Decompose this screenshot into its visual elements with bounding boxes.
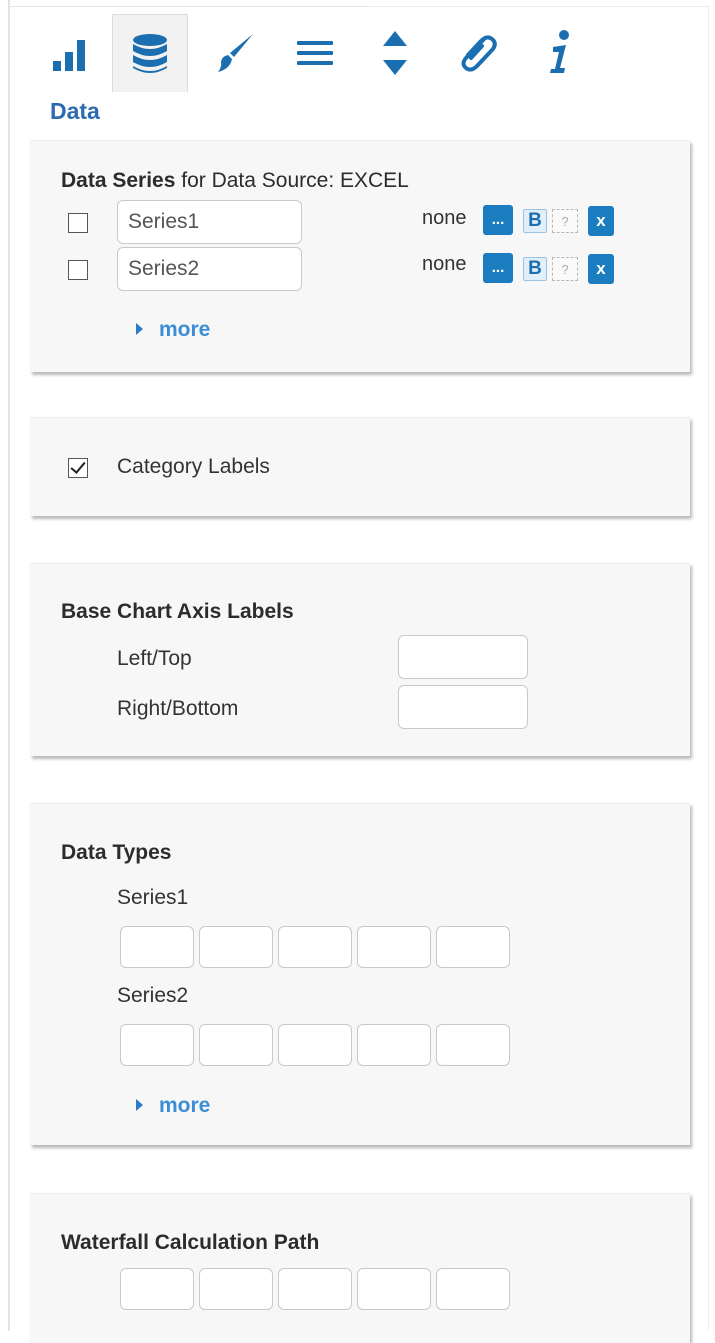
database-icon	[133, 33, 167, 73]
series2-name-input[interactable]: Series2	[117, 247, 302, 291]
triangle-right-icon	[136, 1099, 143, 1111]
series1-status: none	[422, 207, 467, 229]
category-labels-panel: Category Labels	[30, 417, 690, 516]
series2-type-box-3[interactable]	[278, 1024, 352, 1066]
category-labels-label: Category Labels	[117, 455, 270, 478]
series2-options-button[interactable]: ...	[483, 253, 513, 283]
axis-labels-title: Base Chart Axis Labels	[61, 600, 294, 623]
data-types-more-link[interactable]: more	[136, 1094, 210, 1118]
waterfall-box-5[interactable]	[436, 1268, 510, 1310]
axis-labels-panel: Base Chart Axis Labels Left/Top Right/Bo…	[30, 563, 690, 756]
left-top-label: Left/Top	[117, 647, 192, 670]
series-more-link[interactable]: more	[136, 318, 210, 342]
brush-icon	[218, 34, 253, 72]
right-bottom-input[interactable]	[398, 685, 528, 729]
info-icon	[550, 30, 569, 73]
series1-help-button[interactable]: ?	[552, 209, 578, 233]
data-series-title: Data Series for Data Source: EXCEL	[61, 169, 409, 192]
tab-info[interactable]	[522, 14, 598, 92]
data-types-panel: Data Types Series1 Series2 more	[30, 803, 690, 1145]
property-toolbar	[0, 0, 715, 95]
tab-chart[interactable]	[33, 14, 109, 92]
triangle-right-icon	[136, 323, 143, 335]
frame-left-border	[8, 0, 10, 1331]
paperclip-icon	[461, 35, 497, 72]
series1-checkbox[interactable]	[68, 213, 88, 233]
waterfall-title: Waterfall Calculation Path	[61, 1231, 320, 1254]
series1-type-box-1[interactable]	[120, 926, 194, 968]
waterfall-panel: Waterfall Calculation Path	[30, 1193, 690, 1343]
series2-b-button[interactable]: B	[523, 257, 547, 281]
bar-chart-icon	[53, 40, 85, 71]
tab-layout[interactable]	[277, 14, 353, 92]
series2-type-box-2[interactable]	[199, 1024, 273, 1066]
left-top-input[interactable]	[398, 635, 528, 679]
tab-data[interactable]	[112, 14, 188, 92]
series1-type-box-3[interactable]	[278, 926, 352, 968]
series2-type-box-4[interactable]	[357, 1024, 431, 1066]
tab-sort[interactable]	[357, 14, 433, 92]
series2-type-box-1[interactable]	[120, 1024, 194, 1066]
series2-status: none	[422, 253, 467, 275]
data-types-title: Data Types	[61, 841, 172, 864]
series2-help-button[interactable]: ?	[552, 257, 578, 281]
right-bottom-label: Right/Bottom	[117, 697, 239, 720]
waterfall-box-4[interactable]	[357, 1268, 431, 1310]
series2-remove-button[interactable]: x	[588, 254, 614, 284]
series1-options-button[interactable]: ...	[483, 205, 513, 235]
data-series-panel: Data Series for Data Source: EXCEL Serie…	[30, 140, 690, 372]
data-types-series2-label: Series2	[117, 984, 189, 1007]
tab-style[interactable]	[196, 14, 272, 92]
lines-icon	[297, 41, 333, 65]
series2-type-box-5[interactable]	[436, 1024, 510, 1066]
sort-arrows-icon	[383, 31, 407, 75]
section-title: Data	[50, 98, 100, 124]
waterfall-box-3[interactable]	[278, 1268, 352, 1310]
waterfall-box-2[interactable]	[199, 1268, 273, 1310]
waterfall-box-1[interactable]	[120, 1268, 194, 1310]
series1-type-box-4[interactable]	[357, 926, 431, 968]
tab-attachments[interactable]	[440, 14, 516, 92]
series1-remove-button[interactable]: x	[588, 206, 614, 236]
series1-type-box-5[interactable]	[436, 926, 510, 968]
series1-type-box-2[interactable]	[199, 926, 273, 968]
frame-right-border	[708, 6, 709, 1331]
category-labels-checkbox[interactable]	[68, 458, 88, 478]
series2-checkbox[interactable]	[68, 260, 88, 280]
data-types-series1-label: Series1	[117, 886, 189, 909]
series1-name-input[interactable]: Series1	[117, 200, 302, 244]
series1-b-button[interactable]: B	[523, 209, 547, 233]
